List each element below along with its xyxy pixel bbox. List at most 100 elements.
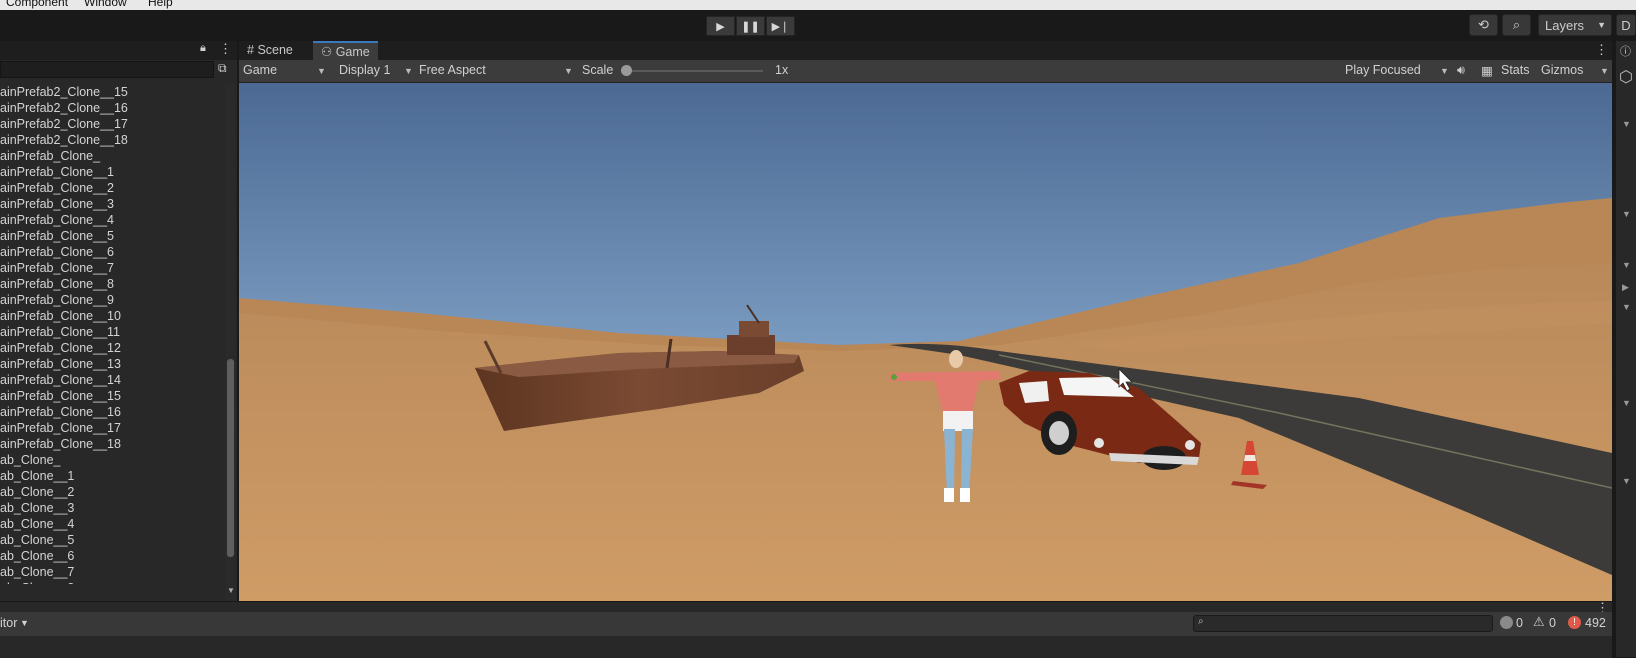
collapse-arrow-icon[interactable]: ▼ (1622, 209, 1631, 219)
collapse-arrow-icon[interactable]: ▼ (1622, 476, 1631, 486)
hierarchy-item[interactable]: ab_Clone__5 (0, 532, 74, 548)
hierarchy-item[interactable]: ab_Clone__1 (0, 468, 74, 484)
collapse-arrow-icon[interactable]: ▼ (1622, 119, 1631, 129)
menu-bar: Component Window Help (0, 0, 1636, 10)
tab-scene[interactable]: # Scene (239, 41, 301, 60)
collapse-arrow-icon[interactable]: ▼ (1622, 302, 1631, 312)
error-icon: ! (1568, 616, 1581, 629)
chevron-down-icon: ▼ (1600, 66, 1609, 76)
more-options-icon[interactable]: ⋮ (219, 41, 232, 57)
grid-icon: # (247, 43, 254, 57)
more-options-icon[interactable]: ⋮ (1595, 42, 1608, 58)
game-render[interactable] (239, 83, 1612, 601)
scene-image (239, 83, 1612, 601)
hierarchy-item[interactable]: ainPrefab_Clone__14 (0, 372, 121, 388)
chevron-down-icon: ▼ (564, 66, 573, 76)
mute-audio-icon[interactable]: 🔊︎ (1457, 63, 1465, 78)
chevron-down-icon: ▼ (20, 618, 29, 628)
hierarchy-item[interactable]: ainPrefab_Clone__12 (0, 340, 121, 356)
pause-button[interactable]: ❚❚ (736, 16, 765, 36)
layout-label: D (1621, 17, 1631, 33)
hierarchy-item[interactable]: ainPrefab2_Clone__17 (0, 116, 128, 132)
hierarchy-item[interactable]: ainPrefab_Clone__8 (0, 276, 114, 292)
hierarchy-item[interactable]: ainPrefab_Clone__16 (0, 404, 121, 420)
scale-label: Scale (582, 63, 614, 77)
hierarchy-item[interactable]: ainPrefab_Clone__2 (0, 180, 114, 196)
scale-slider-handle[interactable] (621, 65, 632, 76)
hierarchy-list: ainPrefab2_Clone__15 ainPrefab2_Clone__16… (0, 84, 225, 584)
menu-help[interactable]: Help (148, 0, 173, 9)
hierarchy-item[interactable]: ainPrefab_Clone__4 (0, 212, 114, 228)
hierarchy-item[interactable]: ainPrefab_Clone__5 (0, 228, 114, 244)
search-icon: ⌕ (1198, 616, 1204, 627)
hierarchy-item[interactable]: ab_Clone__3 (0, 500, 74, 516)
tab-game[interactable]: ⚇ Game (313, 41, 378, 60)
gizmos-button[interactable]: Gizmos (1541, 63, 1583, 77)
layers-label: Layers (1545, 17, 1585, 33)
collapse-arrow-icon[interactable]: ▼ (1622, 260, 1631, 270)
scroll-down-icon[interactable]: ▼ (227, 586, 235, 595)
warning-count[interactable]: 0 (1549, 616, 1556, 630)
hierarchy-item[interactable]: ainPrefab_Clone__1 (0, 164, 114, 180)
layout-dropdown[interactable]: D (1616, 14, 1636, 36)
hierarchy-item[interactable]: ainPrefab_Clone_ (0, 148, 100, 164)
scale-value: 1x (775, 63, 789, 77)
menu-window[interactable]: Window (84, 0, 127, 9)
main-toolbar: ▶ ❚❚ ▶❘ ⟲ ⌕ Layers ▼ D (0, 10, 1636, 42)
hierarchy-item[interactable]: ab_Clone__8 (0, 580, 74, 584)
aspect-dropdown[interactable]: Free Aspect (419, 63, 486, 77)
hierarchy-item[interactable]: ainPrefab2_Clone__16 (0, 100, 128, 116)
hierarchy-item[interactable]: ainPrefab_Clone__10 (0, 308, 121, 324)
play-mode-dropdown[interactable]: Play Focused (1345, 63, 1421, 77)
display-mode-dropdown[interactable]: Game (243, 63, 277, 77)
game-view-panel: # Scene ⚇ Game ⋮ Game ▼ Display 1 ▼ Free… (239, 41, 1612, 601)
hierarchy-item[interactable]: ab_Clone__2 (0, 484, 74, 500)
history-button[interactable]: ⟲ (1469, 14, 1498, 36)
step-button[interactable]: ▶❘ (766, 16, 795, 36)
warning-icon: ⚠ (1533, 614, 1545, 629)
info-count-icon (1500, 616, 1513, 629)
hierarchy-item[interactable]: ainPrefab_Clone__13 (0, 356, 121, 372)
scene-picker-icon[interactable]: ⧉ (218, 61, 227, 76)
error-count[interactable]: 492 (1585, 616, 1606, 630)
hierarchy-scroll-thumb[interactable] (227, 359, 234, 557)
hierarchy-item[interactable]: ainPrefab_Clone__17 (0, 420, 121, 436)
scale-slider[interactable] (623, 70, 763, 72)
gamepad-icon: ⚇ (321, 45, 333, 59)
step-icon: ▶❘ (771, 20, 790, 33)
hierarchy-panel: 🔒︎ ⋮ ⧉ ▲ ainPrefab2_Clone__15ainPrefab2_… (0, 41, 239, 642)
layers-dropdown[interactable]: Layers ▼ (1538, 14, 1612, 36)
hierarchy-search-input[interactable] (0, 61, 214, 78)
hierarchy-item[interactable]: ainPrefab_Clone__3 (0, 196, 114, 212)
hierarchy-item[interactable]: ainPrefab_Clone__18 (0, 436, 121, 452)
stats-grid-icon: ▦ (1481, 64, 1493, 78)
stats-button[interactable]: Stats (1501, 63, 1530, 77)
hierarchy-item[interactable]: ainPrefab2_Clone__15 (0, 84, 128, 100)
expand-arrow-icon[interactable]: ▶ (1622, 282, 1629, 293)
search-button[interactable]: ⌕ (1502, 14, 1531, 36)
hierarchy-item[interactable]: ainPrefab_Clone__15 (0, 388, 121, 404)
hierarchy-item[interactable]: ab_Clone_ (0, 452, 60, 468)
collapse-arrow-icon[interactable]: ▼ (1622, 398, 1631, 408)
inspector-panel: ⓘ ⬡ ▼ ▼ ▼ ▶ ▼ ▼ ▼ (1614, 41, 1636, 657)
play-button[interactable]: ▶ (706, 16, 735, 36)
console-dropdown[interactable]: itor (0, 616, 17, 630)
hierarchy-item[interactable]: ainPrefab_Clone__9 (0, 292, 114, 308)
hierarchy-item[interactable]: ainPrefab_Clone__7 (0, 260, 114, 276)
hierarchy-item[interactable]: ainPrefab_Clone__6 (0, 244, 114, 260)
info-icon[interactable]: ⓘ (1620, 43, 1631, 59)
hierarchy-item[interactable]: ab_Clone__7 (0, 564, 74, 580)
menu-component[interactable]: Component (6, 0, 68, 9)
hierarchy-item[interactable]: ab_Clone__4 (0, 516, 74, 532)
cube-icon: ⬡ (1619, 69, 1633, 86)
console-search-input[interactable]: ⌕ (1193, 615, 1493, 632)
hierarchy-item[interactable]: ab_Clone__6 (0, 548, 74, 564)
display-dropdown[interactable]: Display 1 (339, 63, 390, 77)
hierarchy-item[interactable]: ainPrefab2_Clone__18 (0, 132, 128, 148)
game-toolbar: Game ▼ Display 1 ▼ Free Aspect ▼ Scale 1… (239, 60, 1612, 83)
lock-icon[interactable]: 🔒︎ (200, 42, 206, 55)
pause-icon: ❚❚ (741, 20, 760, 33)
info-count[interactable]: 0 (1516, 616, 1523, 630)
chevron-down-icon: ▼ (317, 66, 326, 76)
hierarchy-item[interactable]: ainPrefab_Clone__11 (0, 324, 120, 340)
